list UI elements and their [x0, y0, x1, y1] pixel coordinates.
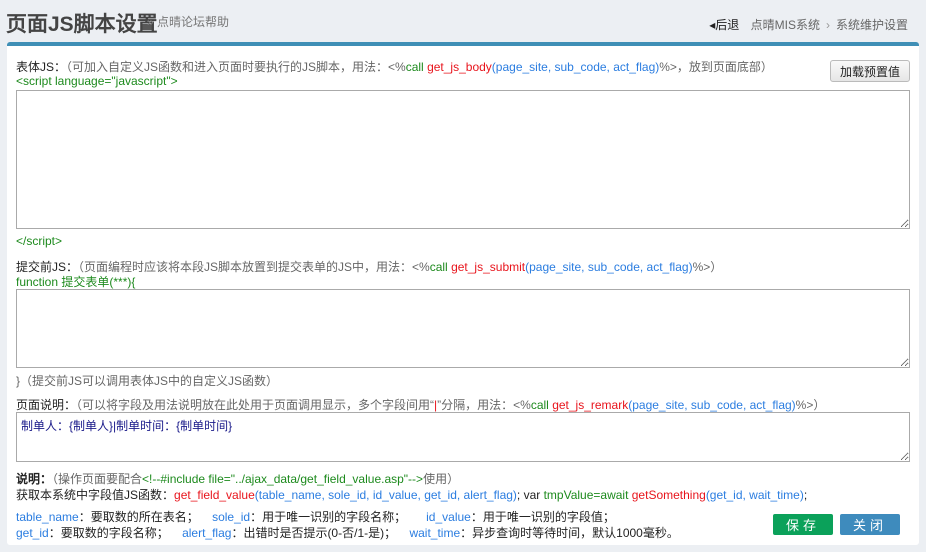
fn-name: get_js_remark	[552, 398, 629, 412]
body-js-textarea[interactable]	[16, 90, 910, 229]
param-desc: ：异步查询时等待时间，默认1000毫秒。	[460, 526, 679, 540]
hint-tail: %>）	[795, 398, 826, 412]
param-desc: ：出错时是否提示(0-否/1-是)；	[231, 526, 397, 540]
fn-args: (table_name, sole_id, id_value, get_id, …	[254, 488, 517, 502]
include-directive: <!--#include file="../ajax_data/get_fiel…	[142, 472, 424, 486]
load-preset-button[interactable]: 加载预置值	[830, 60, 910, 82]
fn-args: (get_id, wait_time)	[705, 488, 804, 502]
settings-panel: 表体JS：（可加入自定义JS函数和进入页面时要执行的JS脚本，用法：<%call…	[7, 42, 919, 545]
remark-textarea[interactable]: 制单人：{制单人}|制单时间：{制单时间}	[16, 412, 910, 462]
param-desc: ：要取数的所在表名；	[78, 510, 199, 524]
submit-js-textarea[interactable]	[16, 289, 910, 368]
hint: ”分隔，用法：<%	[437, 398, 531, 412]
page-header: 页面JS脚本设置 » 点晴论坛帮助 ◂后退 点晴MIS系统 › 系统维护设置	[0, 0, 926, 42]
page-title: 页面JS脚本设置	[6, 13, 158, 36]
function-close: }（提交前JS可以调用表体JS中的自定义JS函数）	[16, 374, 279, 388]
param-desc: ：用于唯一识别的字段名称；	[250, 510, 407, 524]
hint: （可加入自定义JS函数和进入页面时要执行的JS脚本，用法：<%	[66, 60, 406, 74]
close-button[interactable]: 关闭	[840, 514, 900, 535]
back-label: 后退	[715, 18, 740, 32]
fn-name: get_js_submit	[451, 260, 526, 274]
text: ;	[803, 488, 808, 502]
param-name: wait_time	[409, 526, 461, 540]
param-name: alert_flag	[182, 526, 232, 540]
script-close-tag: </script>	[16, 234, 63, 248]
param-line-1: table_name：要取数的所在表名； sole_id：用于唯一识别的字段名称…	[16, 508, 615, 525]
notes-line-2: 获取本系统中字段值JS函数：get_field_value(table_name…	[16, 486, 807, 503]
fn-args: (page_site, sub_code, act_flag)	[628, 398, 796, 412]
param-name: table_name	[16, 510, 79, 524]
param-name: sole_id	[212, 510, 251, 524]
hint-tail: %>）	[692, 260, 723, 274]
hint: （操作页面要配合	[52, 472, 143, 486]
param-desc: ：要取数的字段名称；	[48, 526, 169, 540]
param-name: get_id	[16, 526, 49, 540]
call-kw: call	[429, 260, 448, 274]
text: 获取本系统中字段值JS函数：	[16, 488, 175, 502]
script-open-tag: <script language="javascript">	[16, 74, 178, 88]
hint-tail: %>，放到页面底部）	[659, 60, 773, 74]
chevron-right-icon: ›	[825, 18, 830, 32]
param-line-2: get_id：要取数的字段名称； alert_flag：出错时是否提示(0-否/…	[16, 524, 679, 541]
function-open: function 提交表单(***){	[16, 275, 136, 289]
submit-js-label: 提交前JS：	[16, 260, 79, 274]
help-link[interactable]: » 点晴论坛帮助	[147, 13, 229, 30]
breadcrumb-mis[interactable]: 点晴MIS系统	[751, 18, 820, 32]
breadcrumb: ◂后退 点晴MIS系统 › 系统维护设置	[709, 16, 908, 33]
body-js-label-line: 表体JS：（可加入自定义JS函数和进入页面时要执行的JS脚本，用法：<%call…	[16, 58, 773, 75]
param-desc: ：用于唯一识别的字段值；	[470, 510, 615, 524]
call-kw: call	[405, 60, 424, 74]
hint: 使用）	[423, 472, 460, 486]
hint: （可以将字段及用法说明放在此处用于页面调用显示，多个字段间用“	[76, 398, 435, 412]
fn-args: (page_site, sub_code, act_flag)	[491, 60, 660, 74]
code: tmpValue=await	[543, 488, 629, 502]
breadcrumb-system[interactable]: 系统维护设置	[836, 18, 908, 32]
text: ; var	[516, 488, 544, 502]
remark-label: 页面说明：	[16, 398, 77, 412]
notes-line-1: 说明：（操作页面要配合<!--#include file="../ajax_da…	[16, 470, 459, 487]
fn-name: get_field_value	[174, 488, 255, 502]
save-button[interactable]: 保存	[773, 514, 833, 535]
fn-args: (page_site, sub_code, act_flag)	[525, 260, 693, 274]
hint: （页面编程时应该将本段JS脚本放置到提交表单的JS中，用法：<%	[78, 260, 430, 274]
call-kw: call	[530, 398, 549, 412]
body-js-label: 表体JS：	[16, 60, 67, 74]
notes-label: 说明：	[16, 472, 53, 486]
back-link[interactable]: ◂后退	[709, 18, 739, 32]
fn-name: get_js_body	[427, 60, 492, 74]
param-name: id_value	[426, 510, 471, 524]
fn-name: getSomething	[628, 488, 706, 502]
remark-label-line: 页面说明：（可以将字段及用法说明放在此处用于页面调用显示，多个字段间用“|”分隔…	[16, 396, 825, 413]
